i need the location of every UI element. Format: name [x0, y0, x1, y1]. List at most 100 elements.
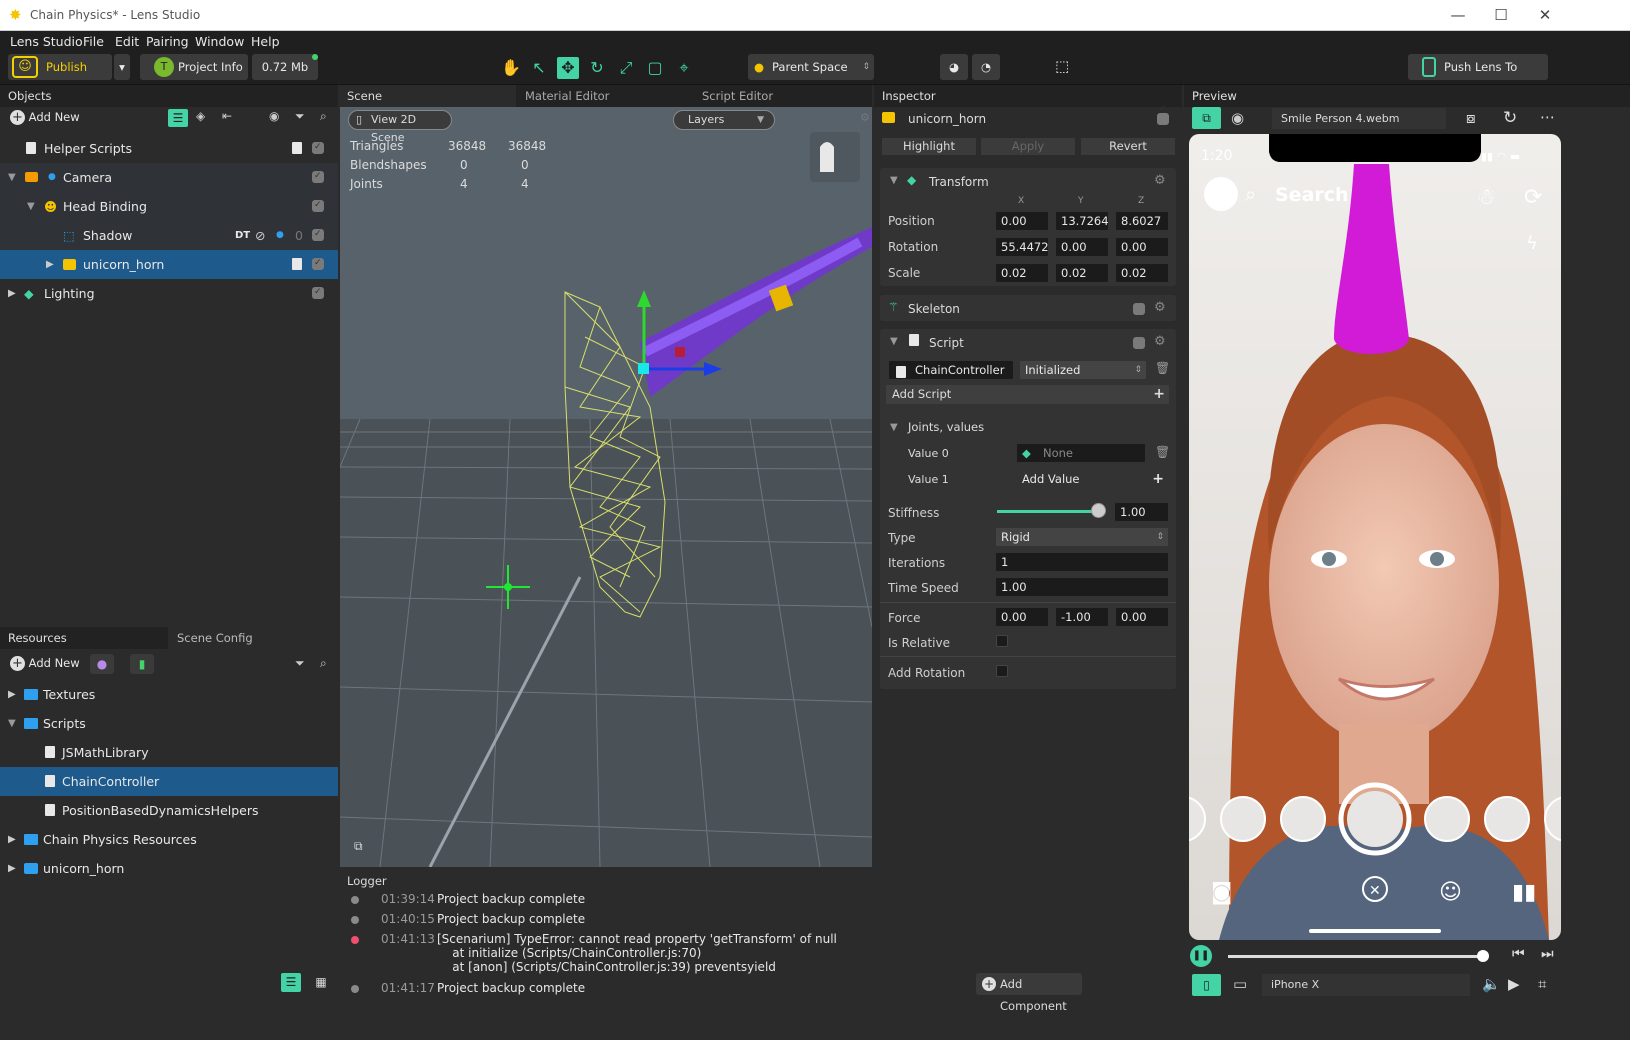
resource-row-unicorn-horn[interactable]: ▶ unicorn_horn [0, 854, 338, 883]
audio-icon[interactable]: 🔈 [1482, 975, 1501, 993]
collapsed-triangle-icon[interactable]: ▶ [8, 680, 16, 709]
trash-icon[interactable]: 🗑 [1155, 445, 1170, 459]
minimize-button[interactable]: — [1443, 4, 1473, 26]
hand-tool-icon[interactable]: ✋ [500, 57, 522, 79]
device-select[interactable]: iPhone X [1262, 974, 1470, 996]
add-value-button[interactable]: Add Value + [1016, 469, 1169, 489]
reset-icon[interactable]: ↻ [1503, 108, 1517, 128]
script-asset-field[interactable]: ChainController [888, 360, 1014, 380]
type-select[interactable]: Rigid ⇕ [995, 527, 1169, 547]
publish-lens-button[interactable]: ☺ Publish Lens [8, 54, 112, 100]
expand-triangle-icon[interactable]: ▼ [890, 336, 898, 347]
screenshot-icon[interactable]: ⧇ [1466, 109, 1476, 127]
enabled-checkbox[interactable] [312, 191, 324, 220]
asset-library-icon[interactable]: ▮ [130, 654, 154, 674]
playback-thumb[interactable] [1477, 950, 1489, 962]
time-speed-input[interactable]: 1.00 [995, 577, 1169, 597]
maximize-button[interactable]: ☐ [1486, 4, 1516, 26]
filter-icon[interactable]: ⏷ [295, 656, 305, 671]
rotation-x-input[interactable]: 55.4472 [995, 237, 1049, 257]
position-x-input[interactable]: 0.00 [995, 211, 1049, 231]
enabled-checkbox[interactable] [312, 133, 324, 162]
resource-row-jsmathlibrary[interactable]: JSMathLibrary [0, 738, 338, 767]
rotation-y-input[interactable]: 0.00 [1055, 237, 1109, 257]
move-tool-icon[interactable]: ✥ [557, 57, 579, 79]
layers-dropdown[interactable]: Layers ▼ [673, 110, 775, 130]
stiffness-slider-track[interactable] [997, 510, 1099, 513]
object-row-unicorn-horn[interactable]: ▶ unicorn_horn [0, 249, 338, 279]
object-row-head-binding[interactable]: ▼ ☻ Head Binding [0, 191, 338, 221]
hierarchy-view-icon[interactable]: ☰ [168, 109, 188, 127]
publish-dropdown-chevron-icon[interactable]: ▾ [114, 54, 130, 80]
expand-triangle-icon[interactable]: ▼ [890, 422, 898, 433]
indent-icon[interactable]: ⇤ [222, 109, 232, 123]
grid-view-icon[interactable]: ▦ [311, 973, 331, 992]
objects-add-new-button[interactable]: + Add New [10, 110, 80, 125]
close-button[interactable]: ✕ [1530, 4, 1560, 26]
force-y-input[interactable]: -1.00 [1055, 607, 1109, 627]
gear-icon[interactable]: ⚙ [1154, 173, 1166, 188]
preview-media-select[interactable]: Smile Person 4.webm [1272, 108, 1446, 129]
script-editor-tab[interactable]: Script Editor [702, 85, 773, 107]
object-enabled-checkbox[interactable] [1157, 104, 1169, 125]
scene-viewport[interactable]: ⚙ [340, 107, 872, 867]
resource-row-chain-physics-resources[interactable]: ▶ Chain Physics Resources [0, 825, 338, 854]
value0-object-field[interactable]: ◆ None [1016, 443, 1146, 463]
is-relative-checkbox[interactable] [996, 635, 1008, 647]
search-icon[interactable]: ⌕ [320, 656, 327, 671]
portrait-device-icon[interactable]: ▯ [1192, 974, 1221, 996]
add-component-button[interactable]: + Add Component [976, 973, 1082, 1013]
device-preview[interactable]: 1:20 ▮▮ ◠ ▬ ⌕ Search ☃ ⟳ ϟ ◙ ✕ ☺ ▮▮ [1189, 134, 1561, 940]
menu-help[interactable]: Help [251, 34, 280, 49]
scale-x-input[interactable]: 0.02 [995, 263, 1049, 283]
rotate-tool-icon[interactable]: ↻ [586, 57, 608, 79]
more-icon[interactable]: ⋯ [1540, 108, 1555, 126]
scale-z-input[interactable]: 0.02 [1115, 263, 1169, 283]
object-row-camera[interactable]: ▼ ● Camera [0, 162, 338, 192]
push-lens-button[interactable]: Push Lens To Device [1408, 54, 1548, 100]
focus-tool-icon[interactable]: ⌖ [673, 57, 695, 79]
collapsed-triangle-icon[interactable]: ▶ [8, 825, 16, 854]
next-frame-icon[interactable]: ⏭ [1541, 946, 1554, 962]
skeleton-enabled-checkbox[interactable] [1133, 294, 1145, 315]
menu-lens-studio[interactable]: Lens Studio [10, 34, 83, 49]
project-info-button[interactable]: T Project Info [140, 54, 248, 80]
preview-mode-icon[interactable]: ⧉ [1192, 107, 1221, 129]
object-row-shadow[interactable]: ⬚ Shadow DT ⊘ ● 0 [0, 220, 338, 250]
scene-config-tab[interactable]: Scene Config [168, 627, 338, 649]
menu-file[interactable]: File [83, 34, 104, 49]
collapsed-triangle-icon[interactable]: ▶ [8, 279, 16, 308]
view-2d-scene-button[interactable]: ▯ View 2D Scene [348, 110, 452, 144]
iterations-input[interactable]: 1 [995, 552, 1169, 572]
collapsed-triangle-icon[interactable]: ▶ [8, 854, 16, 883]
position-z-input[interactable]: 8.6027 [1115, 211, 1169, 231]
record-icon[interactable]: ▶ [1508, 975, 1520, 993]
object-row-lighting[interactable]: ▶ ◆ Lighting [0, 278, 338, 308]
pause-icon[interactable]: ❚❚ [1190, 945, 1212, 967]
script-enabled-checkbox[interactable] [1133, 328, 1145, 349]
crop-icon[interactable]: ⌗ [1538, 975, 1546, 993]
previous-frame-icon[interactable]: ⏮ [1512, 946, 1525, 962]
resource-row-scripts[interactable]: ▼ Scripts [0, 709, 338, 738]
highlight-button[interactable]: Highlight [882, 138, 976, 155]
scale-tool-icon[interactable]: ⤢ [615, 57, 637, 79]
gear-icon[interactable]: ⚙ [1154, 334, 1166, 349]
select-tool-icon[interactable]: ↖ [528, 57, 550, 79]
playback-track[interactable] [1228, 955, 1484, 958]
resources-tab[interactable]: Resources [0, 627, 168, 649]
scale-y-input[interactable]: 0.02 [1055, 263, 1109, 283]
landscape-device-icon[interactable]: ▭ [1233, 975, 1247, 993]
expand-triangle-icon[interactable]: ▼ [890, 175, 898, 186]
position-y-input[interactable]: 13.7264 [1055, 211, 1109, 231]
force-z-input[interactable]: 0.00 [1115, 607, 1169, 627]
inspector-object-name[interactable]: unicorn_horn [908, 112, 986, 126]
enabled-checkbox[interactable] [312, 162, 324, 191]
collapsed-triangle-icon[interactable]: ▶ [46, 250, 54, 279]
gear-icon[interactable]: ⚙ [1154, 300, 1166, 315]
viewport-settings-icon[interactable]: ⧉ [354, 839, 363, 854]
script-state-select[interactable]: Initialized ⇕ [1019, 360, 1147, 380]
material-editor-tab[interactable]: Material Editor [525, 85, 609, 107]
resources-add-new-button[interactable]: + Add New [10, 656, 80, 671]
resource-row-textures[interactable]: ▶ Textures [0, 680, 338, 709]
layers-view-icon[interactable]: ◈ [196, 109, 205, 123]
